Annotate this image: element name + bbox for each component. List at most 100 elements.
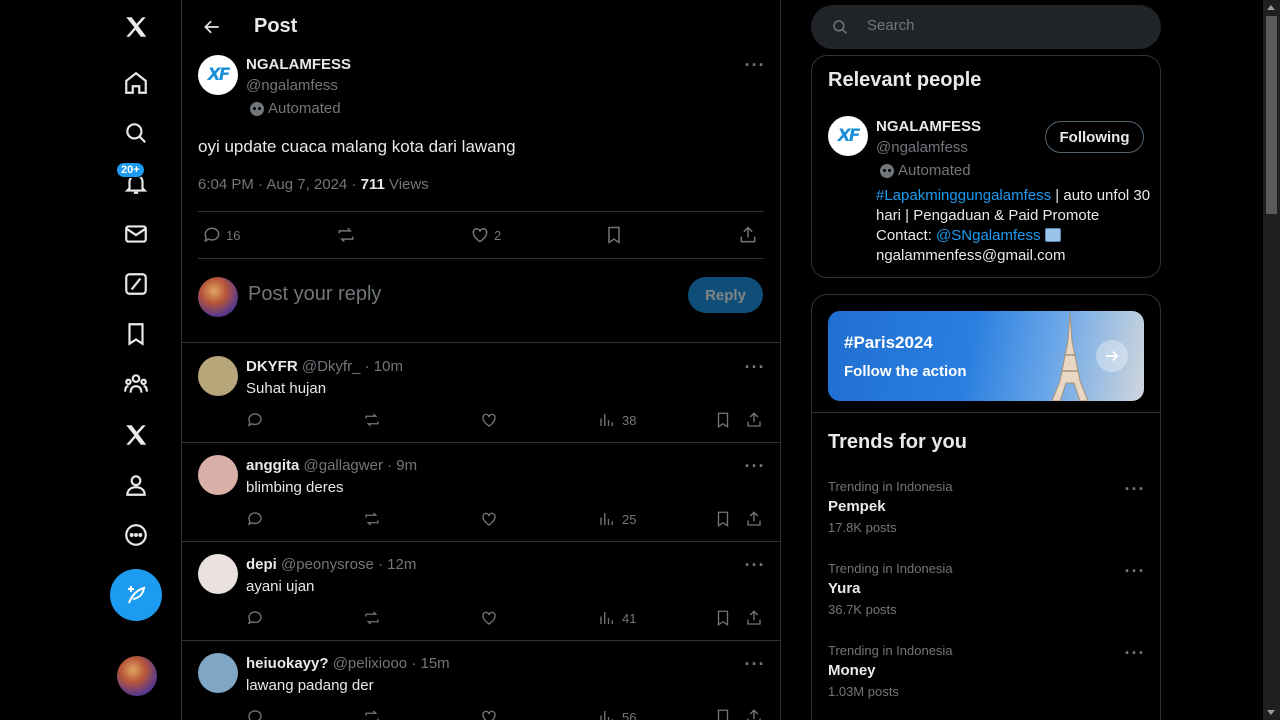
reply-repost-button[interactable] [363, 609, 381, 627]
reply-more-button[interactable]: ··· [740, 357, 770, 377]
reply-row[interactable]: heiuokayy? @pelixiooo · 15m lawang padan… [182, 641, 780, 720]
reply-like-button[interactable] [480, 510, 498, 528]
reply-row[interactable]: depi @peonysrose · 12m ayani ujan ··· 41 [182, 542, 780, 641]
reply-author-handle[interactable]: @gallagwer [304, 457, 383, 474]
reply-like-button[interactable] [480, 609, 498, 627]
reply-views-button[interactable]: 56 [598, 708, 636, 720]
post-meta: 6:04 PM · Aug 7, 2024 · 711 Views [198, 176, 429, 193]
reply-author-handle[interactable]: @peonysrose [281, 556, 374, 573]
repost-action[interactable] [336, 225, 356, 245]
reply-comment-button[interactable] [246, 411, 264, 429]
page-title: Post [254, 15, 298, 37]
search-input[interactable] [867, 17, 1147, 34]
page-scrollbar[interactable] [1263, 0, 1280, 720]
reply-input[interactable] [248, 283, 668, 306]
reply-avatar[interactable] [198, 554, 238, 594]
trend-item[interactable]: Trending in Indonesia Yura 36.7K posts ·… [812, 561, 1160, 643]
communities-icon[interactable] [111, 359, 161, 409]
share-action[interactable] [738, 225, 758, 245]
reply-repost-button[interactable] [363, 411, 381, 429]
compose-post-button[interactable] [110, 569, 162, 621]
reply-avatar[interactable] [198, 653, 238, 693]
reply-views-button[interactable]: 41 [598, 609, 636, 627]
reply-icon [247, 611, 262, 625]
x-logo-icon[interactable] [111, 2, 161, 52]
reply-like-button[interactable] [480, 411, 498, 429]
reply-views-button[interactable]: 38 [598, 411, 636, 429]
reply-share-button[interactable] [745, 708, 763, 720]
bio-hashtag-link[interactable]: #Lapakminggungalamfess [876, 187, 1051, 204]
post-author-avatar[interactable]: XF [198, 55, 238, 95]
reply-more-button[interactable]: ··· [740, 456, 770, 476]
trend-more-button[interactable]: ··· [1120, 561, 1150, 581]
reply-more-button[interactable]: ··· [740, 654, 770, 674]
relevant-avatar[interactable]: XF [828, 116, 868, 156]
bio-mention-link[interactable]: @SNgalamfess [936, 227, 1040, 244]
reply-bookmark-button[interactable] [714, 411, 732, 429]
reply-comment-button[interactable] [246, 609, 264, 627]
reply-author-handle[interactable]: @Dkyfr_ [302, 358, 361, 375]
back-button[interactable] [194, 9, 230, 45]
reply-share-button[interactable] [745, 609, 763, 627]
grok-icon[interactable] [111, 259, 161, 309]
paris2024-banner[interactable]: #Paris2024 Follow the action [828, 311, 1144, 401]
profile-icon[interactable] [111, 460, 161, 510]
reply-comment-button[interactable] [246, 708, 264, 720]
trend-more-button[interactable]: ··· [1120, 479, 1150, 499]
reply-row[interactable]: anggita @gallagwer · 9m blimbing deres ·… [182, 443, 780, 542]
post-more-button[interactable]: ··· [740, 55, 770, 75]
trend-item[interactable]: Trending in Indonesia Money 1.03M posts … [812, 643, 1160, 720]
premium-x-icon[interactable] [111, 410, 161, 460]
scroll-thumb[interactable] [1266, 16, 1277, 214]
home-icon[interactable] [111, 58, 161, 108]
reply-button[interactable]: Reply [688, 277, 763, 313]
following-button[interactable]: Following [1045, 121, 1144, 153]
account-avatar[interactable] [117, 656, 157, 696]
trend-more-button[interactable]: ··· [1120, 643, 1150, 663]
more-options-icon[interactable] [111, 510, 161, 560]
scroll-down-arrow-icon[interactable] [1267, 710, 1275, 715]
scroll-up-arrow-icon[interactable] [1267, 5, 1275, 10]
reply-bookmark-button[interactable] [714, 609, 732, 627]
reply-comment-button[interactable] [246, 510, 264, 528]
reply-time[interactable]: · 10m [365, 358, 403, 375]
heart-icon [482, 512, 496, 526]
reply-author-name[interactable]: anggita [246, 457, 299, 474]
relevant-handle[interactable]: @ngalamfess [876, 139, 968, 156]
trend-item[interactable]: Trending in Indonesia Pempek 17.8K posts… [812, 479, 1160, 561]
trend-name: Pempek [828, 498, 886, 515]
reply-repost-button[interactable] [363, 510, 381, 528]
reply-action[interactable]: 16 [202, 225, 240, 245]
reply-author-handle[interactable]: @pelixiooo [333, 655, 407, 672]
reply-views-button[interactable]: 25 [598, 510, 636, 528]
reply-avatar[interactable] [198, 455, 238, 495]
notifications-icon[interactable]: 20+ [111, 158, 161, 208]
reply-author-name[interactable]: depi [246, 556, 277, 573]
reply-bookmark-button[interactable] [714, 708, 732, 720]
reply-time[interactable]: · 12m [378, 556, 416, 573]
like-action[interactable]: 2 [470, 225, 501, 245]
search-bar[interactable] [811, 5, 1161, 49]
bookmark-icon [608, 226, 620, 244]
reply-more-button[interactable]: ··· [740, 555, 770, 575]
reply-repost-button[interactable] [363, 708, 381, 720]
relevant-name[interactable]: NGALAMFESS [876, 118, 981, 135]
post-timestamp[interactable]: 6:04 PM · Aug 7, 2024 · [198, 176, 361, 193]
bookmark-action[interactable] [604, 225, 624, 245]
bookmarks-icon[interactable] [111, 309, 161, 359]
reply-share-button[interactable] [745, 510, 763, 528]
reply-time[interactable]: · 9m [387, 457, 417, 474]
explore-search-icon[interactable] [111, 108, 161, 158]
reply-bookmark-button[interactable] [714, 510, 732, 528]
arrow-right-icon[interactable] [1096, 340, 1128, 372]
post-author-name[interactable]: NGALAMFESS [246, 56, 351, 73]
reply-row[interactable]: DKYFR @Dkyfr_ · 10m Suhat hujan ··· 38 [182, 344, 780, 443]
reply-time[interactable]: · 15m [411, 655, 449, 672]
reply-avatar[interactable] [198, 356, 238, 396]
post-author-handle[interactable]: @ngalamfess [246, 77, 338, 94]
reply-like-button[interactable] [480, 708, 498, 720]
reply-author-name[interactable]: DKYFR [246, 358, 298, 375]
reply-share-button[interactable] [745, 411, 763, 429]
reply-author-name[interactable]: heiuokayy? [246, 655, 329, 672]
messages-icon[interactable] [111, 209, 161, 259]
